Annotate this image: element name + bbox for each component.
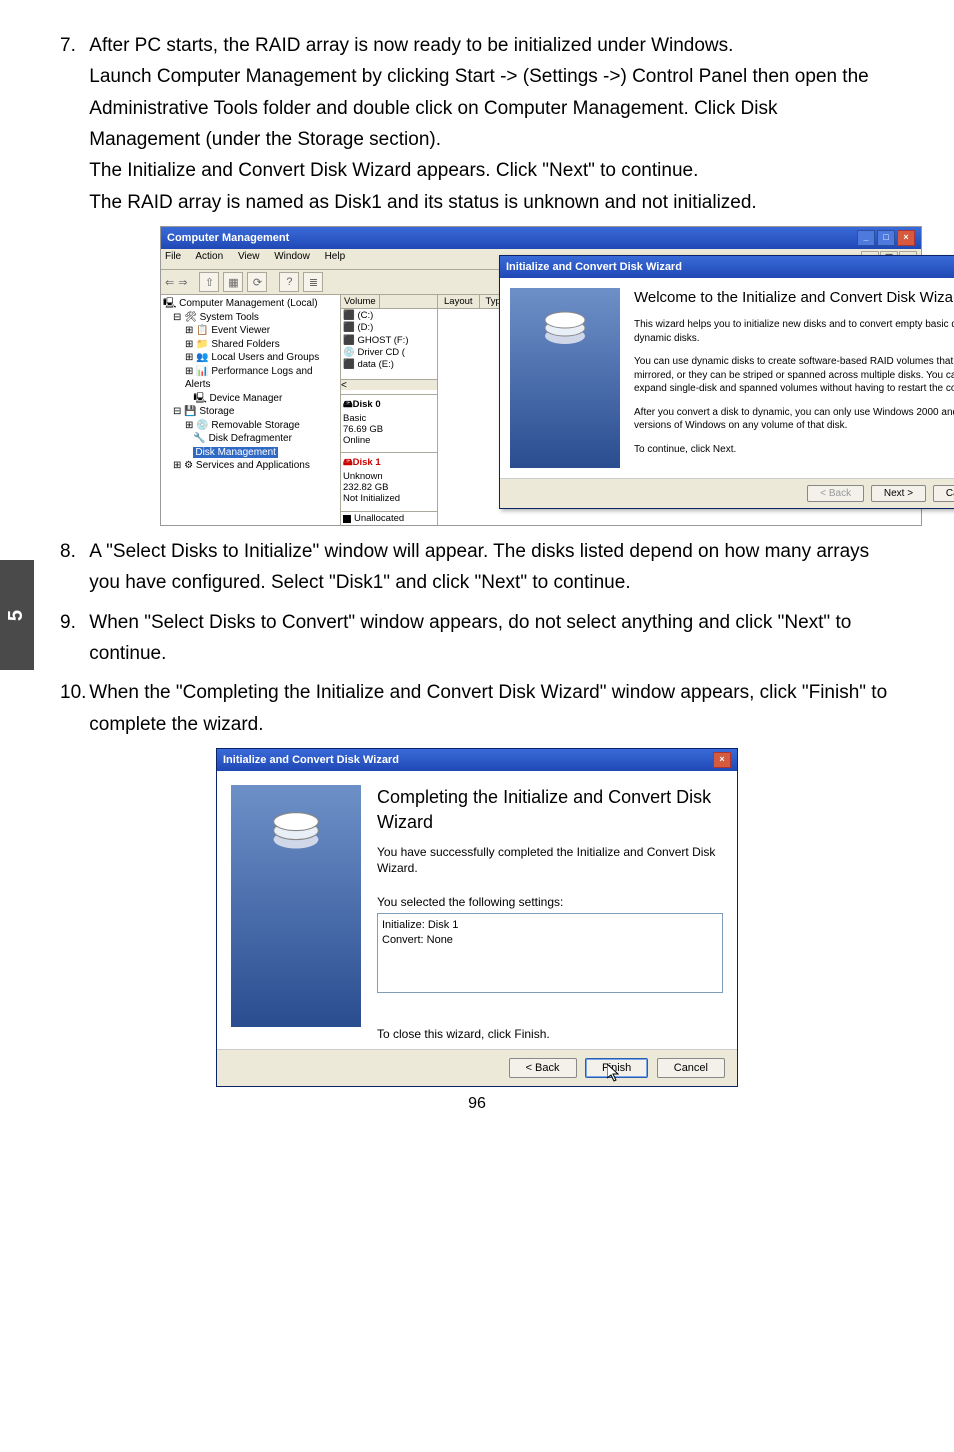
refresh-icon[interactable]: ⟳ [247,272,267,292]
wizard2-heading: Completing the Initialize and Convert Di… [377,785,723,835]
step-10: 10. When the "Completing the Initialize … [60,677,894,740]
menu-window[interactable]: Window [274,251,310,262]
wizard2-cancel-button[interactable]: Cancel [657,1058,725,1078]
tree-disk-management[interactable]: Disk Management [193,447,278,458]
wizard2-settings-box: Initialize: Disk 1 Convert: None [377,913,723,993]
up-icon[interactable]: ⇧ [199,272,219,292]
page-number: 96 [60,1095,894,1113]
wizard-heading: Welcome to the Initialize and Convert Di… [634,288,954,308]
step-body: After PC starts, the RAID array is now r… [89,30,893,218]
step-7: 7. After PC starts, the RAID array is no… [60,30,894,218]
step-9: 9. When "Select Disks to Convert" window… [60,607,894,670]
menu-file[interactable]: File [165,251,181,262]
close-icon[interactable]: × [897,230,915,246]
wizard2-graphic [231,785,361,1027]
volume-pane: Volume ⬛ (C:) ⬛ (D:) ⬛ GHOST (F:) 💿 Driv… [341,295,438,525]
list-icon[interactable]: ≣ [303,272,323,292]
cursor-icon [607,1064,623,1084]
mmc-titlebar: Computer Management _ □ × [161,227,921,249]
help-icon[interactable]: ? [279,272,299,292]
screenshot-wizard-complete: Initialize and Convert Disk Wizard × Com… [216,748,738,1087]
wizard-title: Initialize and Convert Disk Wizard [506,261,682,273]
step-number: 7. [60,30,84,61]
disk0-tile[interactable]: 🖴Disk 0 Basic 76.69 GB Online [341,394,437,448]
minimize-icon[interactable]: _ [857,230,875,246]
wizard-cancel-button[interactable]: Cancel [933,485,954,502]
mmc-title: Computer Management [167,232,289,244]
wizard-graphic [510,288,620,468]
nav-fwd-icon[interactable]: ⇒ [178,276,187,289]
nav-back-icon[interactable]: ⇐ [165,276,174,289]
wizard-next-button[interactable]: Next > [871,485,926,502]
wizard2-close-icon[interactable]: × [713,752,731,768]
step-8: 8. A "Select Disks to Initialize" window… [60,536,894,599]
screenshot-computer-management: Computer Management _ □ × File Action Vi… [160,226,922,526]
menu-view[interactable]: View [238,251,260,262]
wizard-welcome-window: Initialize and Convert Disk Wizard × Wel… [499,255,954,509]
menu-action[interactable]: Action [195,251,223,262]
mmc-tree[interactable]: 🖳 Computer Management (Local) ⊟ 🛠 System… [161,295,341,525]
chapter-tab: 5 [0,560,34,670]
menu-help[interactable]: Help [325,251,346,262]
wizard-back-button: < Back [807,485,864,502]
wizard2-title: Initialize and Convert Disk Wizard [223,754,399,766]
disk1-tile[interactable]: 🖴Disk 1 Unknown 232.82 GB Not Initialize… [341,452,437,506]
legend-unallocated: Unallocated [341,511,441,525]
properties-icon[interactable]: ▦ [223,272,243,292]
wizard2-back-button[interactable]: < Back [509,1058,577,1078]
maximize-icon[interactable]: □ [877,230,895,246]
